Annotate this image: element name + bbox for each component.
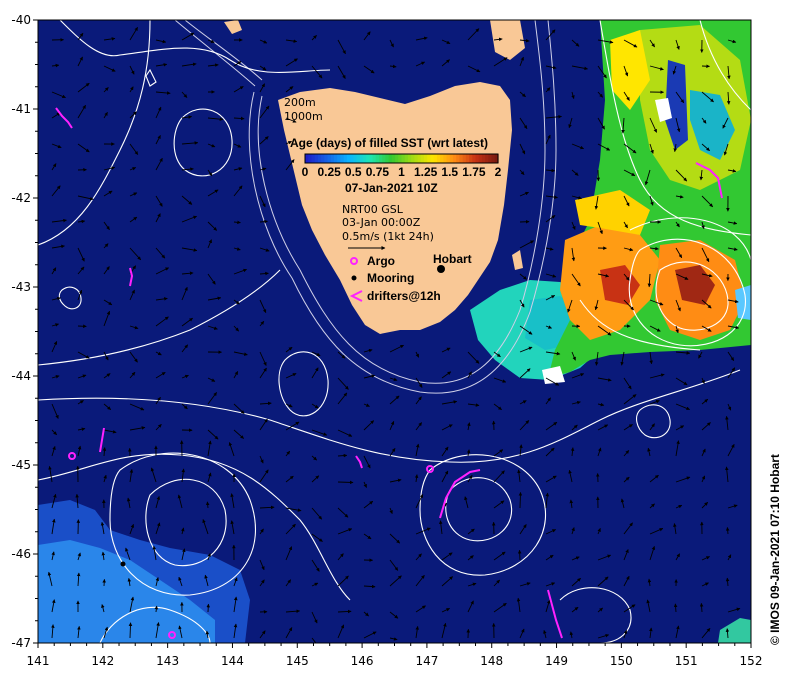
colorbar-tick-label: 0.75 <box>366 165 390 179</box>
colorbar-tick-label: 2 <box>495 165 502 179</box>
isobath-label-200: 200m <box>284 96 316 109</box>
x-tick-label: 145 <box>286 654 309 668</box>
y-tick-label: -41 <box>11 102 31 116</box>
colorbar-tick-label: 1.5 <box>441 165 458 179</box>
x-tick-label: 151 <box>675 654 698 668</box>
plot-area <box>38 20 751 643</box>
mooring-marker <box>120 561 126 567</box>
sst-map: 141 142 143 144 145 146 147 148 149 150 151 152 -40… <box>11 13 782 668</box>
colorbar-tick-label: 1.75 <box>462 165 486 179</box>
current-vector <box>518 492 523 509</box>
x-tick-label: 149 <box>545 654 568 668</box>
hobart-marker <box>437 265 445 273</box>
y-tick-label: -45 <box>11 458 31 472</box>
x-tick-label: 147 <box>415 654 438 668</box>
current-vector <box>233 220 241 225</box>
mooring-legend-icon <box>351 275 357 281</box>
colorbar-ticks: 0 0.25 0.5 0.75 1 1.25 1.5 1.75 2 <box>302 165 502 179</box>
colorbar-tick-label: 1 <box>398 165 405 179</box>
x-tick-label: 141 <box>27 654 50 668</box>
x-tick-label: 144 <box>221 654 244 668</box>
x-tick-label: 143 <box>156 654 179 668</box>
y-tick-label: -43 <box>11 280 31 294</box>
colorbar-tick-label: 1.25 <box>414 165 438 179</box>
argo-legend-label: Argo <box>367 254 395 268</box>
x-tick-label: 148 <box>480 654 503 668</box>
scale-label: 0.5m/s (1kt 24h) <box>342 230 434 243</box>
y-tick-label: -42 <box>11 191 31 205</box>
drifters-legend-label: drifters@12h <box>367 289 441 303</box>
current-vector <box>128 622 133 639</box>
x-tick-label: 152 <box>740 654 763 668</box>
colorbar-tick-label: 0 <box>302 165 309 179</box>
credit-text: © IMOS 09-Jan-2021 07:10 Hobart <box>768 454 782 645</box>
current-vector <box>725 527 730 535</box>
y-tick-label: -47 <box>11 636 31 650</box>
x-axis: 141 142 143 144 145 146 147 148 149 150 151 152 <box>27 643 763 668</box>
colorbar-title: Age (days) of filled SST (wrt latest) <box>290 136 488 150</box>
x-tick-label: 150 <box>610 654 633 668</box>
isobath-label-1000: 1000m <box>284 110 323 123</box>
x-tick-label: 142 <box>91 654 114 668</box>
map-date: 07-Jan-2021 10Z <box>345 181 438 195</box>
mooring-legend-label: Mooring <box>367 271 414 285</box>
y-tick-label: -46 <box>11 547 31 561</box>
hobart-label: Hobart <box>433 252 472 266</box>
colorbar <box>304 153 499 164</box>
y-axis: -40 -41 -42 -43 -44 -45 -46 -47 <box>11 13 38 650</box>
altimetry-label: NRT00 GSL <box>342 203 404 216</box>
x-tick-label: 146 <box>351 654 374 668</box>
altimetry-time: 03-Jan 00:00Z <box>342 216 421 229</box>
colorbar-tick-label: 0.25 <box>317 165 341 179</box>
y-tick-label: -44 <box>11 369 31 383</box>
colorbar-tick-label: 0.5 <box>345 165 362 179</box>
y-tick-label: -40 <box>11 13 31 27</box>
